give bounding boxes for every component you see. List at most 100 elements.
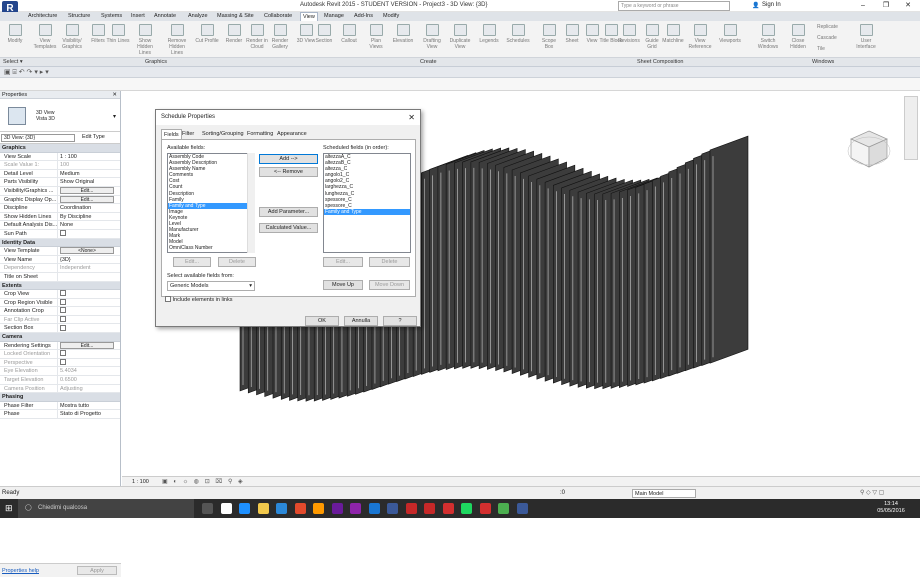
acrobat-2-icon[interactable]: [479, 503, 491, 514]
ribbon-button-render[interactable]: Render: [222, 24, 246, 58]
property-checkbox[interactable]: [60, 307, 66, 314]
tab-insert[interactable]: Insert: [129, 12, 147, 21]
include-links-row[interactable]: Include elements in links: [165, 296, 232, 303]
property-row[interactable]: View Name {3D}: [0, 255, 120, 265]
property-group-identity-data[interactable]: Identity Data: [0, 238, 120, 248]
spotify-icon[interactable]: [461, 503, 472, 514]
edit-available-button[interactable]: Edit...: [173, 257, 211, 267]
ribbon-button-legends[interactable]: Legends: [477, 24, 501, 58]
ribbon-button-cut-profile[interactable]: Cut Profile: [195, 24, 219, 58]
sign-in-button[interactable]: Sign In: [762, 2, 781, 8]
taskbar-search[interactable]: ◯ Chiedimi qualcosa: [18, 499, 194, 518]
property-checkbox[interactable]: [60, 298, 66, 305]
property-value[interactable]: [58, 324, 120, 332]
property-row[interactable]: Graphic Display Op... Edit...: [0, 195, 120, 205]
property-value[interactable]: Mostra tutto: [58, 402, 120, 410]
property-row[interactable]: Locked Orientation: [0, 350, 120, 359]
property-row[interactable]: View Template <None>: [0, 247, 120, 256]
ribbon-button-tile[interactable]: Tile: [817, 46, 851, 56]
ribbon-button-plan-views[interactable]: Plan Views: [364, 24, 388, 58]
property-value[interactable]: Adjusting: [58, 385, 120, 393]
property-value[interactable]: Edit...: [58, 341, 120, 350]
property-checkbox[interactable]: [60, 290, 66, 297]
tab-filter[interactable]: Filter: [182, 129, 194, 139]
tab-massing-site[interactable]: Massing & Site: [215, 12, 256, 21]
property-value[interactable]: [58, 350, 120, 358]
property-row[interactable]: Rendering Settings Edit...: [0, 341, 120, 351]
ribbon-button-visibility-graphics[interactable]: Visibility/ Graphics: [60, 24, 84, 58]
move-up-button[interactable]: Move Up: [323, 280, 363, 290]
property-row[interactable]: Parts Visibility Show Original: [0, 178, 120, 187]
property-value[interactable]: Coordination: [58, 204, 120, 212]
app-icon[interactable]: [387, 503, 398, 514]
close-icon[interactable]: ✕: [897, 0, 919, 12]
field-list-item[interactable]: OmniClass Number: [168, 245, 254, 251]
property-value[interactable]: By Discipline: [58, 213, 120, 221]
apply-button[interactable]: Apply: [77, 566, 117, 575]
ribbon-button-duplicate-view[interactable]: Duplicate View: [448, 24, 472, 58]
edge-icon[interactable]: [220, 503, 232, 514]
tab-appearance[interactable]: Appearance: [277, 129, 307, 139]
task-view-icon[interactable]: [202, 503, 213, 514]
selection-icons[interactable]: ⚲ ◇ ▽ ▢: [860, 489, 884, 496]
windows-start-icon[interactable]: ⊞: [5, 503, 13, 514]
revit-active-icon[interactable]: [516, 503, 528, 514]
property-row[interactable]: Default Analysis Dis... None: [0, 221, 120, 230]
ribbon-button-remove-hidden-lines[interactable]: Remove Hidden Lines: [165, 24, 189, 58]
property-value[interactable]: None: [58, 221, 120, 229]
add-parameter-button[interactable]: Add Parameter...: [259, 207, 318, 217]
file-explorer-icon[interactable]: [257, 503, 269, 514]
tab-manage[interactable]: Manage: [322, 12, 346, 21]
edit-type-button[interactable]: Edit Type: [82, 134, 105, 140]
property-value[interactable]: [58, 358, 120, 367]
property-row[interactable]: Title on Sheet: [0, 272, 120, 282]
tab-fields[interactable]: Fields: [161, 129, 182, 139]
add-field-button[interactable]: Add -->: [259, 154, 318, 164]
ribbon-button-viewports[interactable]: Viewports: [718, 24, 742, 58]
scrollbar[interactable]: [247, 153, 255, 253]
edit-scheduled-button[interactable]: Edit...: [323, 257, 363, 267]
property-row[interactable]: Dependency Independent: [0, 264, 120, 273]
property-value[interactable]: 100: [58, 161, 120, 169]
property-row[interactable]: Eye Elevation 5.4034: [0, 367, 120, 377]
property-group-phasing[interactable]: Phasing: [0, 393, 120, 402]
search-input[interactable]: Type a keyword or phrase: [618, 1, 730, 11]
property-value[interactable]: Independent: [58, 264, 120, 272]
ribbon-button-render-gallery[interactable]: Render Gallery: [268, 24, 292, 58]
help-button[interactable]: ?: [383, 316, 417, 326]
tab-sorting-grouping[interactable]: Sorting/Grouping: [202, 129, 244, 139]
tab-architecture[interactable]: Architecture: [26, 12, 59, 21]
property-row[interactable]: Section Box: [0, 324, 120, 334]
delete-scheduled-button[interactable]: Delete: [369, 257, 410, 267]
property-row[interactable]: Camera Position Adjusting: [0, 384, 120, 394]
viewcube-icon[interactable]: [847, 127, 891, 171]
property-value[interactable]: Show Original: [58, 178, 120, 186]
ribbon-button-replicate[interactable]: Replicate: [817, 24, 851, 34]
ok-button[interactable]: OK: [305, 316, 339, 326]
property-value[interactable]: 0.6500: [58, 376, 120, 384]
property-edit-button[interactable]: <None>: [60, 247, 114, 255]
property-edit-button[interactable]: Edit...: [60, 341, 114, 349]
property-value[interactable]: Edit...: [58, 186, 120, 195]
property-value[interactable]: [58, 315, 120, 324]
property-group-camera[interactable]: Camera: [0, 333, 120, 342]
remove-field-button[interactable]: <-- Remove: [259, 167, 318, 177]
tab-structure[interactable]: Structure: [66, 12, 92, 21]
scheduled-fields-list[interactable]: altezzaA_C altezzaB_C altezza_C angolo1_C an…: [323, 153, 411, 253]
property-edit-button[interactable]: Edit...: [60, 186, 114, 194]
property-value[interactable]: 5.4034: [58, 367, 120, 375]
minimize-icon[interactable]: –: [852, 0, 874, 12]
ribbon-button-cascade[interactable]: Cascade: [817, 35, 851, 45]
include-links-checkbox[interactable]: [165, 296, 171, 303]
property-value[interactable]: 1 : 100: [58, 153, 120, 161]
ribbon-button-view-templates[interactable]: View Templates: [33, 24, 57, 58]
property-row[interactable]: Annotation Crop: [0, 307, 120, 316]
ribbon-button-close-hidden[interactable]: Close Hidden: [786, 24, 810, 58]
property-row[interactable]: Discipline Coordination: [0, 204, 120, 213]
tab-modify[interactable]: Modify: [381, 12, 401, 21]
ribbon-button-schedules[interactable]: Schedules: [506, 24, 530, 58]
toolbar-icons[interactable]: ▣ ⌸ ↶ ↷ ▾ ▸ ▾: [4, 68, 49, 77]
ribbon-button-revisions[interactable]: Revisions: [617, 24, 641, 58]
chrome-icon[interactable]: [294, 503, 306, 514]
user-icon[interactable]: 👤: [752, 2, 759, 9]
